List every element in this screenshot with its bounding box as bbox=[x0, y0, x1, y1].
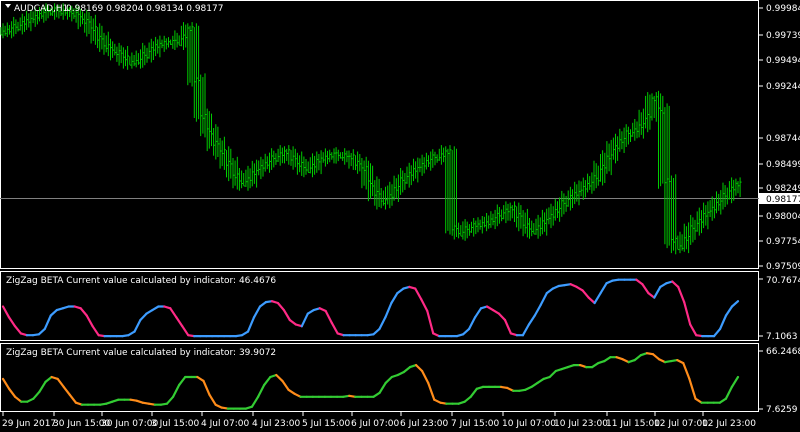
time-label: 10 Jul 07:00 bbox=[502, 419, 556, 429]
price-tick: 0.98249 bbox=[766, 184, 800, 194]
chart-window[interactable]: AUDCAD,H1 0.98169 0.98204 0.98134 0.9817… bbox=[0, 0, 800, 432]
price-tick: 0.98004 bbox=[766, 212, 800, 222]
indicator-2-min: 7.6259 bbox=[766, 405, 798, 415]
indicator-2-max: 66.2468 bbox=[766, 347, 800, 357]
time-label: 11 Jul 15:00 bbox=[606, 419, 660, 429]
price-tick: 0.98744 bbox=[766, 134, 800, 144]
price-tick: 0.99494 bbox=[766, 56, 800, 66]
current-price-label: 0.98177 bbox=[766, 195, 800, 205]
indicator-1-header: ZigZag BETA Current value calculated by … bbox=[6, 276, 276, 286]
time-label: 6 Jul 23:00 bbox=[400, 419, 449, 429]
price-tick: 0.99244 bbox=[766, 82, 800, 92]
time-label: 4 Jul 07:00 bbox=[201, 419, 250, 429]
time-label: 12 Jul 23:00 bbox=[702, 419, 756, 429]
indicator-1-max: 70.7674 bbox=[766, 276, 800, 286]
time-label: 3 Jul 15:00 bbox=[151, 419, 200, 429]
price-tick: 0.99984 bbox=[766, 4, 800, 14]
time-label: 5 Jul 15:00 bbox=[302, 419, 351, 429]
time-label: 6 Jul 07:00 bbox=[351, 419, 400, 429]
ohlc-values: 0.98169 0.98204 0.98134 0.98177 bbox=[66, 4, 223, 14]
chart-background bbox=[0, 0, 800, 432]
time-label: 12 Jul 07:00 bbox=[654, 419, 708, 429]
price-tick: 0.99739 bbox=[766, 31, 800, 41]
symbol-label: AUDCAD,H1 bbox=[14, 4, 68, 14]
price-tick: 0.97754 bbox=[766, 237, 800, 247]
time-label: 4 Jul 23:00 bbox=[252, 419, 301, 429]
time-label: 10 Jul 23:00 bbox=[554, 419, 608, 429]
indicator-2-header: ZigZag BETA Current value calculated by … bbox=[6, 348, 276, 358]
price-tick: 0.97509 bbox=[766, 262, 800, 272]
price-tick: 0.98499 bbox=[766, 160, 800, 170]
time-label: 29 Jun 2017 bbox=[2, 419, 56, 429]
indicator-1-min: 7.1063 bbox=[766, 332, 798, 342]
time-label: 7 Jul 15:00 bbox=[451, 419, 500, 429]
time-label: 30 Jun 07:00 bbox=[101, 419, 158, 429]
